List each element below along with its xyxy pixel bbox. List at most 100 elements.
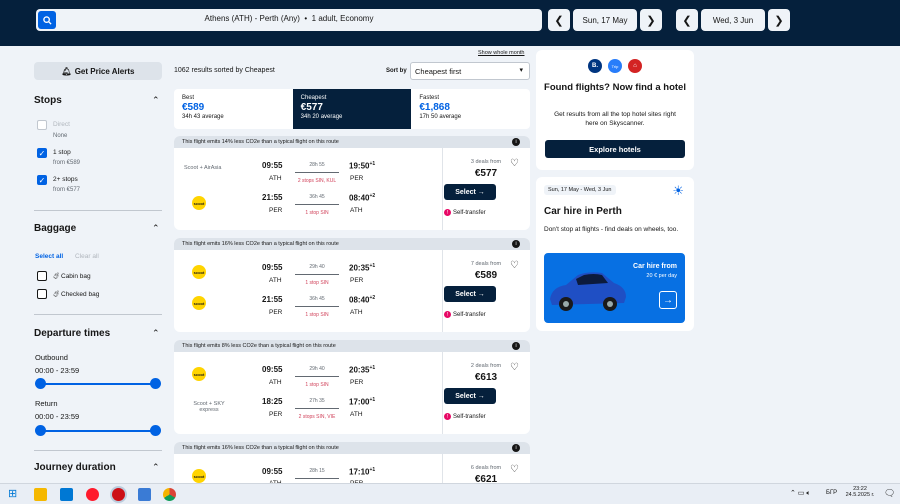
chevron-up-icon[interactable]: ⌃ xyxy=(152,95,160,106)
stop-direct-sub: None xyxy=(53,133,68,139)
prev-return-date-button[interactable]: ❮ xyxy=(676,9,698,31)
outbound-slider[interactable] xyxy=(35,378,161,389)
leg-dep-time: 09:55 xyxy=(262,263,283,272)
arrow-right-icon[interactable]: → xyxy=(659,291,677,309)
sort-select[interactable]: Cheapest first ▾ xyxy=(410,62,530,80)
leg-arr-time: 20:35+1 xyxy=(349,263,376,273)
system-tray-icons[interactable]: ⌃ ▭ 🔈︎ xyxy=(790,489,811,498)
leg-duration: 29h 40 xyxy=(309,366,325,372)
car-icon xyxy=(550,272,626,311)
leg-arr-time: 19:50+1 xyxy=(349,161,376,171)
mail-icon[interactable] xyxy=(138,488,151,501)
next-depart-date-button[interactable]: ❯ xyxy=(640,9,662,31)
bag-icon: 🧳︎ xyxy=(52,273,61,280)
select-label: Select xyxy=(455,392,476,400)
search-summary: Athens (ATH) - Perth (Any) • 1 adult, Ec… xyxy=(204,14,374,23)
select-button[interactable]: Select → xyxy=(444,286,496,302)
return-slider-max-handle[interactable] xyxy=(150,425,161,436)
chevron-up-icon[interactable]: ⌃ xyxy=(152,328,160,339)
leg-arr-time: 17:00+1 xyxy=(349,397,376,407)
info-icon[interactable]: i xyxy=(512,240,520,248)
chevron-left-icon: ❮ xyxy=(682,14,692,27)
stop-1-label: 1 stop xyxy=(53,149,71,156)
departure-times-title: Departure times xyxy=(34,328,111,339)
leg-stops: 1 stop SIN xyxy=(305,210,329,216)
leg-dep-time: 09:55 xyxy=(262,161,283,170)
self-transfer-label: Self-transfer xyxy=(453,209,486,216)
chevron-up-icon[interactable]: ⌃ xyxy=(152,462,160,473)
select-button[interactable]: Select → xyxy=(444,184,496,200)
show-whole-month-link[interactable]: Show whole month xyxy=(478,50,524,56)
leg-arr-airport: PER xyxy=(350,277,364,284)
chevron-up-icon[interactable]: ⌃ xyxy=(152,223,160,234)
results-count: 1062 results sorted by Cheapest xyxy=(174,67,275,74)
airline-name: Scoot + SKY express xyxy=(193,401,225,413)
trip-logo: Trip xyxy=(608,59,622,73)
sort-value: Cheapest first xyxy=(415,67,462,76)
journey-duration-title: Journey duration xyxy=(34,462,116,473)
checkbox-checked-bag[interactable] xyxy=(37,289,47,299)
info-icon[interactable]: i xyxy=(512,342,520,350)
deal-price: €577 xyxy=(474,168,498,179)
return-date[interactable]: Wed, 3 Jun xyxy=(701,9,765,31)
info-icon[interactable]: i xyxy=(512,138,520,146)
result-card[interactable]: This flight emits 16% less CO2e than a t… xyxy=(174,238,530,332)
leg-stops: 1 stop SIN xyxy=(305,280,329,286)
leg-duration: 27h 35 xyxy=(309,398,325,404)
checkbox-1-stop[interactable]: ✓ xyxy=(37,148,47,158)
leg-dep-time: 09:55 xyxy=(262,467,283,476)
arrow-right-icon: → xyxy=(477,392,485,400)
cabin-bag-label: Cabin bag xyxy=(61,273,91,280)
outbound-range: 00:00 - 23:59 xyxy=(35,366,80,375)
select-label: Select xyxy=(455,290,476,298)
opera-icon[interactable] xyxy=(86,488,99,501)
opera-gx-icon[interactable] xyxy=(112,488,125,501)
windows-taskbar: ⊞ ⌃ ▭ 🔈︎ БГР 23:22 24.5.2025 г. 🗨︎ xyxy=(0,483,900,504)
explore-hotels-button[interactable]: Explore hotels xyxy=(545,140,685,158)
depart-date[interactable]: Sun, 17 May xyxy=(573,9,637,31)
return-slider[interactable] xyxy=(35,425,161,436)
leg-dep-airport: PER xyxy=(269,207,283,214)
leg-duration: 28h 15 xyxy=(309,468,325,474)
outbound-slider-min-handle[interactable] xyxy=(35,378,46,389)
deal-price: €589 xyxy=(474,270,498,281)
checkbox-cabin-bag[interactable] xyxy=(37,271,47,281)
car-promo-panel[interactable]: Car hire from 20 € per day → xyxy=(544,253,685,323)
notification-icon[interactable]: 🗨︎ xyxy=(884,488,895,499)
language-indicator[interactable]: БГР xyxy=(826,490,837,496)
tab-fastest[interactable]: Fastest €1,868 17h 50 average xyxy=(411,89,530,129)
select-all-link[interactable]: Select all xyxy=(35,253,63,260)
clock[interactable]: 23:22 24.5.2025 г. xyxy=(842,486,878,498)
deals-count: 2 deals from xyxy=(470,363,502,369)
price-alerts-button[interactable]: 🔔︎ Get Price Alerts xyxy=(34,62,162,80)
stops-title: Stops xyxy=(34,95,62,106)
self-transfer-badge[interactable]: ! Self-transfer xyxy=(444,311,486,318)
car-ad-body: Don't stop at flights - find deals on wh… xyxy=(544,226,679,233)
car-hire-ad[interactable]: Sun, 17 May - Wed, 3 Jun ☀ Car hire in P… xyxy=(536,177,694,331)
return-slider-min-handle[interactable] xyxy=(35,425,46,436)
windows-start-icon[interactable]: ⊞ xyxy=(8,488,21,501)
next-return-date-button[interactable]: ❯ xyxy=(768,9,790,31)
deals-count: 3 deals from xyxy=(470,159,502,165)
outlook-icon[interactable] xyxy=(60,488,73,501)
info-icon[interactable]: i xyxy=(512,444,520,452)
tab-best[interactable]: Best €589 34h 43 average xyxy=(174,89,293,129)
clear-all-link[interactable]: Clear all xyxy=(75,253,99,260)
outbound-slider-max-handle[interactable] xyxy=(150,378,161,389)
bag-icon: 🧳︎ xyxy=(52,291,61,298)
result-card[interactable]: This flight emits 14% less CO2e than a t… xyxy=(174,136,530,230)
prev-depart-date-button[interactable]: ❮ xyxy=(548,9,570,31)
self-transfer-badge[interactable]: ! Self-transfer xyxy=(444,209,486,216)
checked-bag-label: Checked bag xyxy=(61,291,100,298)
search-field[interactable]: Athens (ATH) - Perth (Any) • 1 adult, Ec… xyxy=(36,9,542,31)
self-transfer-badge[interactable]: ! Self-transfer xyxy=(444,413,486,420)
checkbox-direct[interactable] xyxy=(37,120,47,130)
outbound-label: Outbound xyxy=(35,353,68,362)
tab-cheapest[interactable]: Cheapest €577 34h 20 average xyxy=(292,89,412,129)
result-card[interactable]: This flight emits 8% less CO2e than a ty… xyxy=(174,340,530,434)
select-button[interactable]: Select → xyxy=(444,388,496,404)
checkbox-2-stops[interactable]: ✓ xyxy=(37,175,47,185)
chrome-icon[interactable] xyxy=(163,488,176,501)
leg-dep-time: 21:55 xyxy=(262,295,283,304)
file-explorer-icon[interactable] xyxy=(34,488,47,501)
